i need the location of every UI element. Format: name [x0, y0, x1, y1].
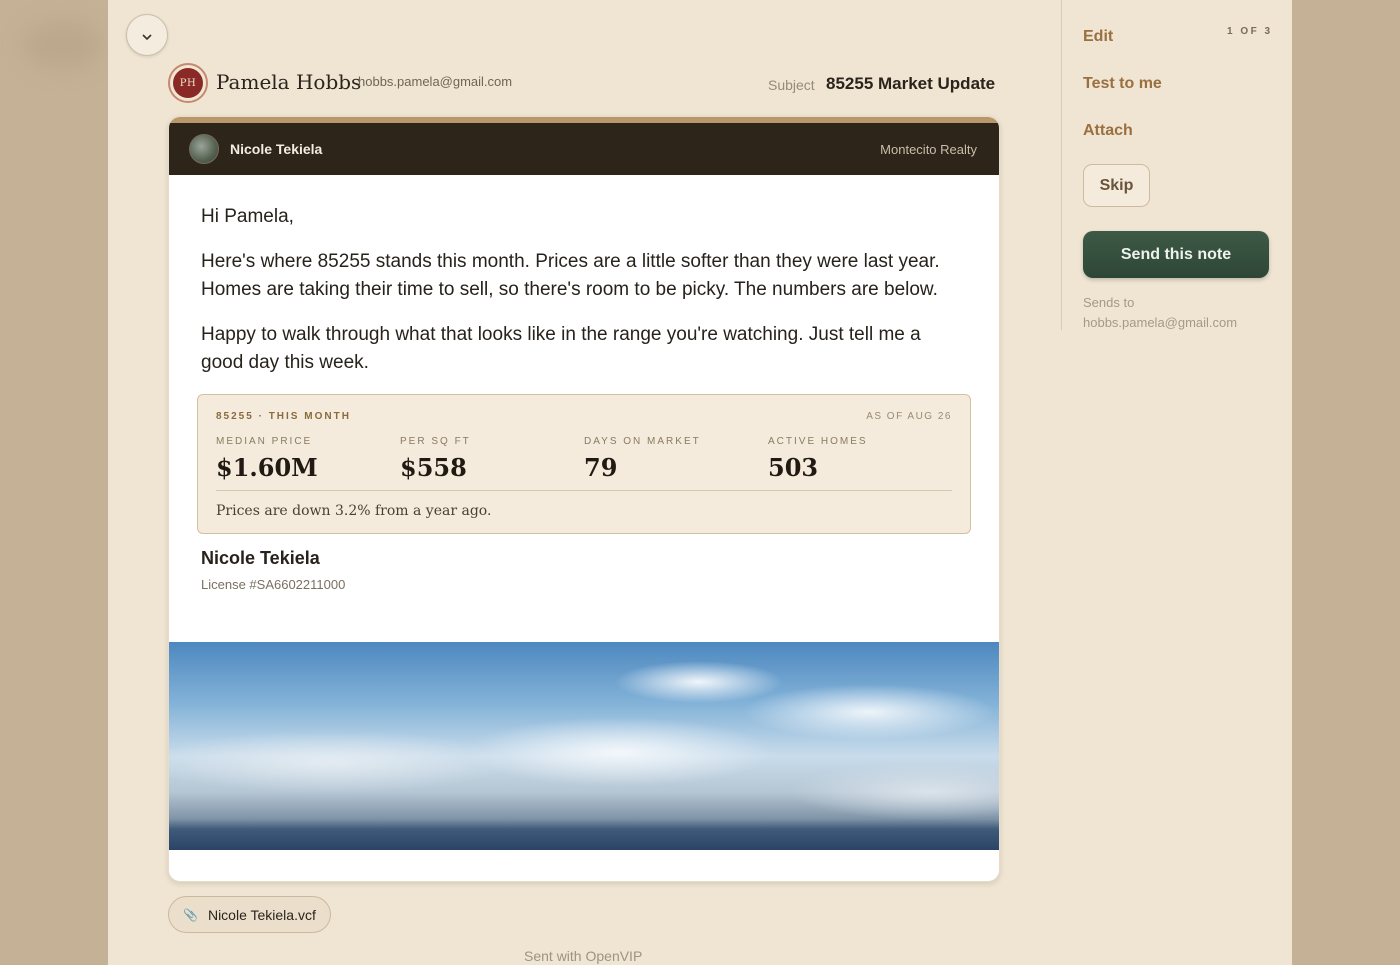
subject-label: Subject: [768, 77, 815, 93]
signature-license: License #SA6602211000: [201, 576, 346, 592]
signature-name: Nicole Tekiela: [201, 547, 320, 568]
email-body: Hi Pamela, Here's where 85255 stands thi…: [169, 175, 999, 534]
attach-link[interactable]: Attach: [1083, 122, 1133, 140]
vcard-attachment[interactable]: 📎 Nicole Tekiela.vcf: [168, 896, 331, 933]
test-to-me-link[interactable]: Test to me: [1083, 75, 1162, 93]
queue-counter: 1 OF 3: [1227, 26, 1273, 37]
stat-per-sqft: PER SQ FT $558: [400, 436, 584, 482]
sends-to-label: Sends to: [1083, 295, 1135, 310]
stats-title: 85255 · THIS MONTH: [216, 410, 351, 422]
recipient-email: hobbs.pamela@gmail.com: [358, 74, 513, 89]
sent-with-footer: Sent with OpenVIP: [524, 948, 643, 964]
send-button[interactable]: Send this note: [1083, 231, 1269, 278]
collapse-button[interactable]: [126, 14, 168, 56]
recipient-avatar: PH: [168, 63, 208, 103]
email-greeting: Hi Pamela,: [201, 206, 294, 227]
attachment-filename: Nicole Tekiela.vcf: [207, 906, 316, 923]
stat-days-on-market: DAYS ON MARKET 79: [584, 436, 768, 482]
market-stats-card: 85255 · THIS MONTH AS OF AUG 26 MEDIAN P…: [197, 393, 971, 534]
recipient-initials: PH: [173, 68, 203, 98]
sends-to-email: hobbs.pamela@gmail.com: [1083, 315, 1238, 330]
email-paragraph: Here's where 85255 stands this month. Pr…: [201, 250, 940, 301]
stat-value: 503: [768, 452, 819, 482]
agent-avatar: [189, 134, 219, 164]
stat-active-homes: ACTIVE HOMES 503: [768, 436, 952, 482]
stat-median-price: MEDIAN PRICE $1.60M: [216, 436, 400, 482]
chevron-down-icon: [142, 34, 152, 41]
stat-value: 79: [584, 452, 618, 482]
email-header: Nicole Tekiela Montecito Realty: [169, 123, 999, 175]
email-paragraph: Happy to walk through what that looks li…: [201, 323, 921, 374]
agent-name: Nicole Tekiela: [230, 141, 323, 157]
email-preview: Nicole Tekiela Montecito Realty Hi Pamel…: [168, 116, 1000, 882]
background-blur: [22, 20, 102, 70]
recipient-name: Pamela Hobbs: [216, 70, 362, 94]
sky-ocean-photo: [169, 642, 999, 850]
stat-value: $1.60M: [216, 452, 318, 482]
edit-link[interactable]: Edit: [1083, 28, 1113, 46]
stat-label: DAYS ON MARKET: [584, 435, 701, 447]
sends-to-info: Sends to hobbs.pamela@gmail.com: [1083, 293, 1263, 333]
stat-value: $558: [400, 452, 467, 482]
stat-label: MEDIAN PRICE: [216, 435, 313, 447]
stat-label: ACTIVE HOMES: [768, 435, 868, 447]
stats-note: Prices are down 3.2% from a year ago.: [216, 502, 492, 519]
agency-name: Montecito Realty: [880, 141, 977, 157]
subject-value[interactable]: 85255 Market Update: [826, 74, 995, 94]
email-signature: Nicole Tekiela License #SA6602211000: [169, 534, 999, 592]
skip-button[interactable]: Skip: [1083, 164, 1150, 207]
stat-label: PER SQ FT: [400, 435, 471, 447]
stats-grid: MEDIAN PRICE $1.60M PER SQ FT $558 DAYS …: [216, 436, 952, 491]
paperclip-icon: 📎: [183, 907, 198, 922]
sidebar-divider: [1061, 0, 1062, 330]
stats-date: AS OF AUG 26: [866, 410, 952, 422]
